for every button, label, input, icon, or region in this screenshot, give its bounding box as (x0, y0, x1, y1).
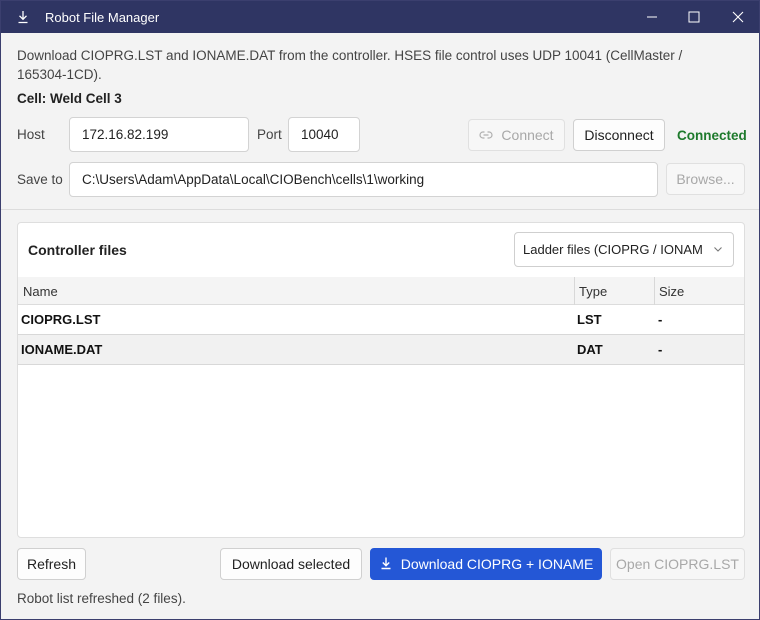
file-name: IONAME.DAT (21, 342, 103, 357)
link-icon (479, 127, 493, 143)
close-button[interactable] (715, 1, 760, 33)
refresh-button[interactable]: Refresh (17, 548, 86, 580)
port-label: Port (257, 127, 282, 142)
connect-button[interactable]: Connect (468, 119, 565, 151)
file-filter-select[interactable]: Ladder files (CIOPRG / IONAM (514, 232, 734, 267)
host-label: Host (17, 127, 45, 142)
maximize-button[interactable] (671, 1, 717, 33)
port-input[interactable]: 10040 (288, 117, 360, 152)
file-size: - (658, 312, 663, 327)
connection-status: Connected (677, 128, 747, 143)
table-row[interactable]: IONAME.DAT DAT - (18, 335, 744, 365)
disconnect-button[interactable]: Disconnect (573, 119, 665, 151)
column-divider[interactable] (654, 277, 655, 305)
controller-files-panel: Controller files Ladder files (CIOPRG / … (17, 222, 745, 538)
robot-file-manager-window: Robot File Manager Download CIOPRG.LST a… (0, 0, 760, 620)
file-name: CIOPRG.LST (21, 312, 101, 327)
column-header-type[interactable]: Type (579, 284, 607, 299)
browse-button[interactable]: Browse... (666, 163, 745, 195)
download-icon (379, 556, 393, 573)
file-size: - (658, 342, 663, 357)
title-bar[interactable]: Robot File Manager (1, 1, 759, 33)
download-selected-button[interactable]: Download selected (220, 548, 362, 580)
section-divider (1, 209, 759, 210)
download-app-icon (15, 9, 31, 25)
table-header: Name Type Size (18, 277, 744, 305)
save-to-label: Save to (17, 172, 63, 187)
save-path-input[interactable]: C:\Users\Adam\AppData\Local\CIOBench\cel… (69, 162, 658, 197)
column-header-name[interactable]: Name (23, 284, 58, 299)
open-cioprg-button[interactable]: Open CIOPRG.LST (610, 548, 745, 580)
cell-label: Cell: Weld Cell 3 (17, 91, 122, 106)
panel-title: Controller files (28, 242, 127, 258)
connect-label: Connect (501, 127, 554, 143)
host-input[interactable]: 172.16.82.199 (69, 117, 249, 152)
download-main-label: Download CIOPRG + IONAME (400, 556, 594, 572)
chevron-down-icon (713, 233, 723, 266)
window-title: Robot File Manager (45, 10, 160, 25)
column-header-size[interactable]: Size (659, 284, 684, 299)
file-filter-value: Ladder files (CIOPRG / IONAM (523, 242, 703, 257)
column-divider[interactable] (574, 277, 575, 305)
status-bar-text: Robot list refreshed (2 files). (17, 591, 186, 606)
download-cioprg-ioname-button[interactable]: Download CIOPRG + IONAME (370, 548, 602, 580)
minimize-button[interactable] (629, 1, 675, 33)
description-text: Download CIOPRG.LST and IONAME.DAT from … (17, 48, 683, 82)
table-row[interactable]: CIOPRG.LST LST - (18, 305, 744, 335)
file-type: DAT (577, 342, 603, 357)
file-type: LST (577, 312, 602, 327)
